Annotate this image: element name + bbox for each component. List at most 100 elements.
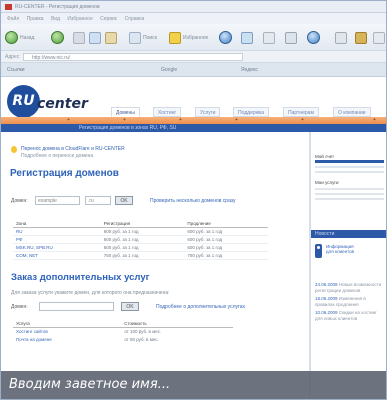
refresh-button[interactable]	[89, 30, 101, 45]
subnav-marker[interactable]: +	[67, 117, 70, 124]
service-link[interactable]: Хостинг сайтов	[13, 328, 121, 336]
history-button[interactable]	[241, 30, 253, 45]
price-table: Зона Регистрация Продление RU 600 руб. з…	[13, 220, 268, 260]
list-item[interactable]: 24.06.2009 Новые возможности регистрации…	[315, 282, 385, 294]
promo-link[interactable]: Перенос домена в CloudFlare и RU-CENTER	[21, 146, 125, 152]
zone-select-value: .ru	[88, 198, 94, 204]
search-button[interactable]: Поиск	[129, 30, 157, 45]
register-price: 600 руб. за 1 год	[100, 227, 185, 236]
logo-center: center	[37, 96, 88, 112]
tab-about[interactable]: О компании	[333, 107, 371, 117]
menu-favorites[interactable]: Избранное	[67, 16, 92, 22]
tab-hosting[interactable]: Хостинг	[153, 107, 182, 117]
subnav-marker[interactable]: +	[123, 117, 126, 124]
tab-domains[interactable]: Домены	[111, 107, 140, 117]
list-item[interactable]: 18.06.2009 Изменения в правилах продлени…	[315, 296, 385, 308]
menu-help[interactable]: Справка	[125, 16, 145, 22]
image-caption: Вводим заветное имя...	[1, 371, 386, 399]
subnav-marker[interactable]: +	[373, 117, 376, 124]
news-date: 18.06.2009	[315, 296, 338, 301]
price-header-renew: Продление	[184, 220, 268, 228]
tab-support[interactable]: Поддержка	[233, 107, 270, 117]
zone-link[interactable]: MSK.RU, SPB.RU	[13, 243, 101, 252]
renew-price: 600 руб. за 1 год	[184, 235, 268, 244]
add-service-button[interactable]: OK	[121, 302, 139, 311]
back-arrow-icon	[5, 31, 18, 44]
back-button[interactable]: Назад	[5, 30, 34, 45]
add-domain-label: Домен:	[11, 304, 28, 310]
zone-select[interactable]: .ru	[85, 196, 111, 205]
site-logo[interactable]: RU center	[7, 83, 88, 121]
services-table: Услуга Стоимость Хостинг сайтов от 100 р…	[13, 320, 233, 344]
news-date: 24.06.2009	[315, 282, 338, 287]
sidebar-services-title[interactable]: Мои услуги	[315, 180, 384, 185]
register-price: 600 руб. за 1 год	[100, 243, 185, 252]
menu-tools[interactable]: Сервис	[100, 16, 117, 22]
add-domain-input[interactable]	[39, 302, 114, 311]
sidebar-services-block: Мои услуги	[315, 180, 384, 200]
print-icon	[285, 31, 297, 44]
banner-text: Регистрация доменов в зонах RU, РФ, SU	[79, 125, 177, 131]
tab-services[interactable]: Услуги	[195, 107, 221, 117]
list-item[interactable]: 10.06.2009 Скидки на хостинг для новых к…	[315, 310, 385, 322]
mail-icon	[263, 31, 275, 44]
subnav-marker[interactable]: +	[235, 117, 238, 124]
check-domain-button[interactable]: OK	[115, 196, 133, 205]
media-button[interactable]	[219, 30, 232, 45]
mail-button[interactable]	[263, 30, 275, 45]
subnav-marker[interactable]: +	[301, 117, 304, 124]
link-yandex[interactable]: Яндекс	[241, 67, 258, 73]
domain-input[interactable]: example	[35, 196, 80, 205]
tab-partners[interactable]: Партнерам	[283, 107, 319, 117]
edit-button[interactable]	[307, 30, 320, 45]
sidebar-account-bar	[315, 160, 384, 163]
extra-button[interactable]	[355, 30, 367, 45]
menu-file[interactable]: Файл	[7, 16, 19, 22]
extra-button-2[interactable]	[373, 30, 385, 45]
stop-button[interactable]	[73, 30, 85, 45]
zone-link[interactable]: COM, NET	[13, 251, 101, 260]
promo-subtext[interactable]: Подробнее о переносе домена	[21, 153, 93, 159]
favorites-button[interactable]: Избранное	[169, 30, 208, 45]
services-info-link[interactable]: Подробнее о дополнительных услугах	[156, 304, 245, 310]
menu-edit[interactable]: Правка	[27, 16, 44, 22]
bulk-check-link[interactable]: Проверить несколько доменов сразу	[150, 198, 236, 204]
links-label: Ссылки	[7, 67, 25, 73]
favicon-icon	[5, 4, 12, 10]
zone-link[interactable]: RU	[13, 227, 101, 236]
sidebar-news-list: 24.06.2009 Новые возможности регистрации…	[315, 282, 385, 324]
register-price: 750 руб. за 1 год	[100, 251, 185, 260]
sidebar-line	[315, 193, 384, 195]
registration-heading: Регистрация доменов	[10, 168, 119, 179]
home-button[interactable]	[105, 30, 117, 45]
menu-view[interactable]: Вид	[51, 16, 60, 22]
main-content: Перенос домена в CloudFlare и RU-CENTER …	[1, 132, 309, 399]
address-input[interactable]: http://www.nic.ru/	[23, 53, 243, 61]
address-bar: Адрес http://www.nic.ru/	[1, 51, 386, 63]
links-bar: Ссылки Google Яндекс	[1, 63, 386, 77]
title-bar: RU-CENTER - Регистрация доменов	[1, 1, 386, 13]
additional-services-heading: Заказ дополнительных услуг	[11, 272, 150, 283]
table-row: Хостинг сайтов от 100 руб. в мес.	[13, 328, 233, 336]
blue-banner: Регистрация доменов в зонах RU, РФ, SU	[1, 124, 386, 132]
messenger-button[interactable]	[335, 30, 347, 45]
sidebar-info-link[interactable]: Информация для клиентов	[326, 244, 354, 254]
renew-price: 600 руб. за 1 год	[184, 227, 268, 236]
media-icon	[219, 31, 232, 44]
overflow-icon	[373, 31, 385, 44]
zone-link[interactable]: РФ	[13, 235, 101, 244]
messenger-icon	[335, 31, 347, 44]
sidebar-line	[315, 198, 384, 200]
service-link[interactable]: Почта на домене	[13, 336, 121, 344]
print-button[interactable]	[285, 30, 297, 45]
table-row: Почта на домене от 50 руб. в мес.	[13, 336, 233, 344]
favorites-label: Избранное	[183, 34, 209, 41]
subnav-marker[interactable]: +	[179, 117, 182, 124]
news-date: 10.06.2009	[315, 310, 338, 315]
link-google[interactable]: Google	[161, 67, 177, 73]
forward-button[interactable]	[51, 30, 64, 45]
sidebar-account-title[interactable]: Мой счет	[315, 154, 384, 159]
sidebar-account-block: Мой счет	[315, 154, 384, 173]
orange-subnav: + + + + + +	[1, 117, 386, 124]
menu-bar: Файл Правка Вид Избранное Сервис Справка	[1, 13, 386, 24]
